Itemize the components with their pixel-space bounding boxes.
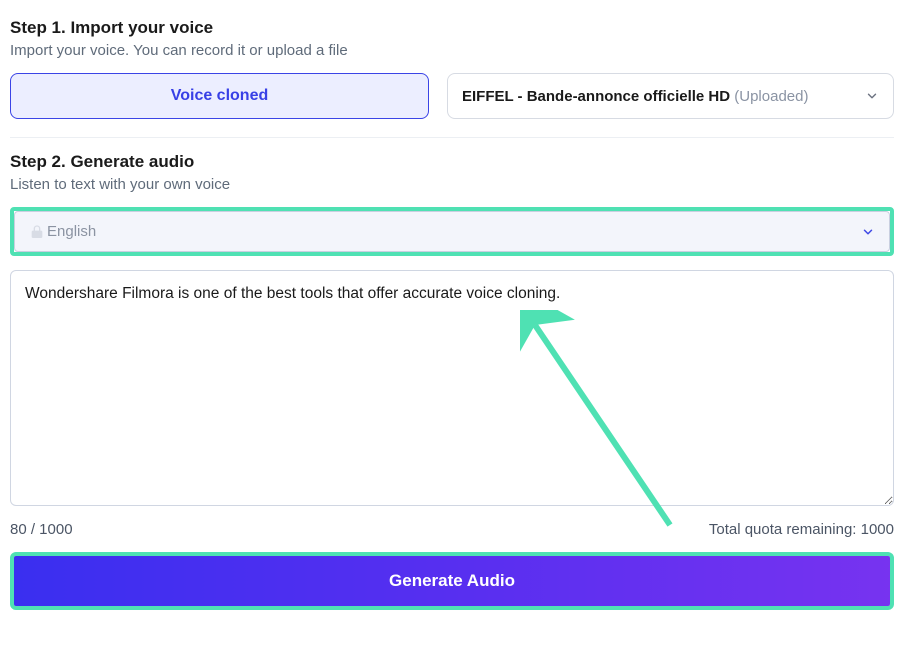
- step2-sub: Listen to text with your own voice: [10, 176, 894, 193]
- uploaded-file-label: EIFFEL - Bande-annonce officielle HD (Up…: [462, 88, 808, 105]
- divider: [10, 137, 894, 138]
- uploaded-file-select[interactable]: EIFFEL - Bande-annonce officielle HD (Up…: [447, 73, 894, 119]
- step2-title: Step 2. Generate audio: [10, 152, 894, 172]
- language-select[interactable]: English: [14, 211, 890, 252]
- quota-remaining: Total quota remaining: 1000: [709, 521, 894, 538]
- chevron-down-icon: [865, 89, 879, 103]
- tts-textarea[interactable]: [10, 270, 894, 506]
- language-value: English: [47, 223, 96, 240]
- chevron-down-icon: [861, 225, 875, 239]
- generate-audio-button[interactable]: Generate Audio: [14, 556, 890, 606]
- char-count: 80 / 1000: [10, 521, 73, 538]
- step1-title: Step 1. Import your voice: [10, 18, 894, 38]
- voice-cloned-button[interactable]: Voice cloned: [10, 73, 429, 119]
- step1-sub: Import your voice. You can record it or …: [10, 42, 894, 59]
- lock-icon: [29, 224, 45, 240]
